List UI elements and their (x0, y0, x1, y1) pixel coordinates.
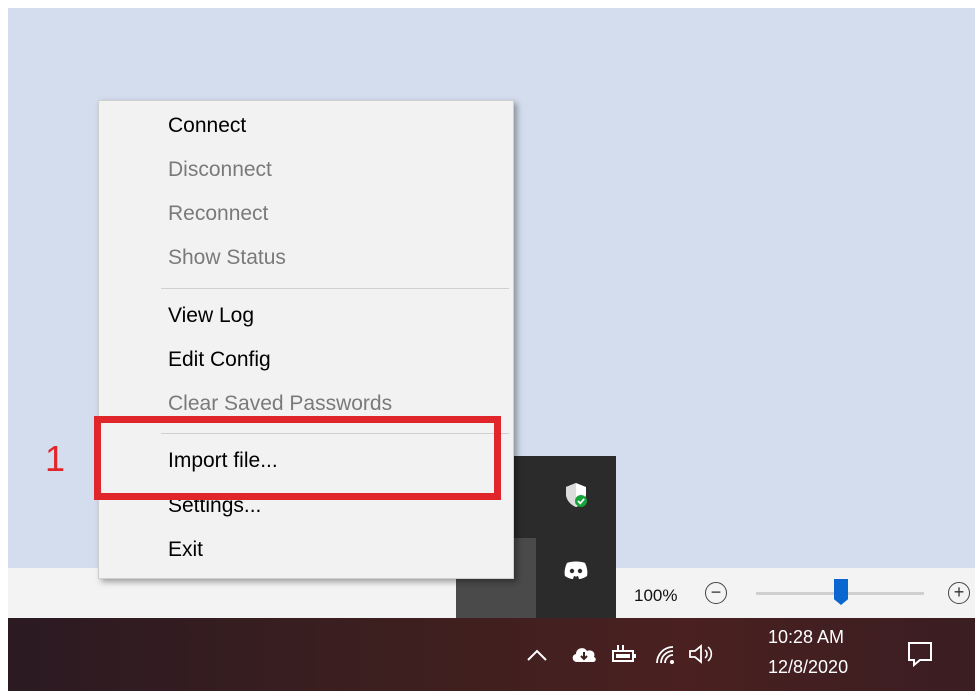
tray-slot-discord[interactable] (536, 538, 616, 620)
speaker-icon[interactable] (688, 643, 716, 665)
wifi-icon[interactable] (653, 643, 677, 665)
menu-item-show-status: Show Status (168, 246, 286, 269)
taskbar: 10:28 AM 12/8/2020 (8, 618, 975, 691)
menu-item-view-log[interactable]: View Log (168, 304, 254, 328)
battery-plug-icon[interactable] (612, 644, 638, 664)
menu-separator (161, 288, 509, 289)
menu-item-clear-saved-passwords: Clear Saved Passwords (168, 392, 393, 415)
menu-item-reconnect: Reconnect (168, 202, 269, 225)
menu-item-exit[interactable]: Exit (168, 538, 203, 562)
step-number-label: 1 (45, 438, 66, 479)
windows-security-icon (566, 483, 587, 507)
clock-date[interactable]: 12/8/2020 (768, 657, 848, 678)
tray-slot-security[interactable] (536, 456, 616, 538)
highlight-box (94, 416, 501, 500)
zoom-out-button[interactable]: − (705, 582, 727, 604)
chevron-up-icon[interactable] (526, 648, 548, 662)
clock-time[interactable]: 10:28 AM (768, 627, 844, 648)
zoom-level: 100% (634, 586, 678, 605)
notification-icon[interactable] (906, 640, 934, 668)
zoom-slider-thumb[interactable] (834, 579, 848, 605)
menu-item-connect[interactable]: Connect (168, 114, 246, 138)
desktop-background: 100% − + 10:28 AM 12/8/2020 Connect Disc… (8, 8, 975, 691)
discord-icon (564, 561, 588, 579)
zoom-in-button[interactable]: + (948, 582, 970, 604)
menu-item-disconnect: Disconnect (168, 158, 272, 181)
tray-context-menu: Connect Disconnect Reconnect Show Status… (98, 100, 514, 579)
onedrive-cloud-icon[interactable] (570, 644, 598, 664)
menu-item-edit-config[interactable]: Edit Config (168, 348, 271, 372)
